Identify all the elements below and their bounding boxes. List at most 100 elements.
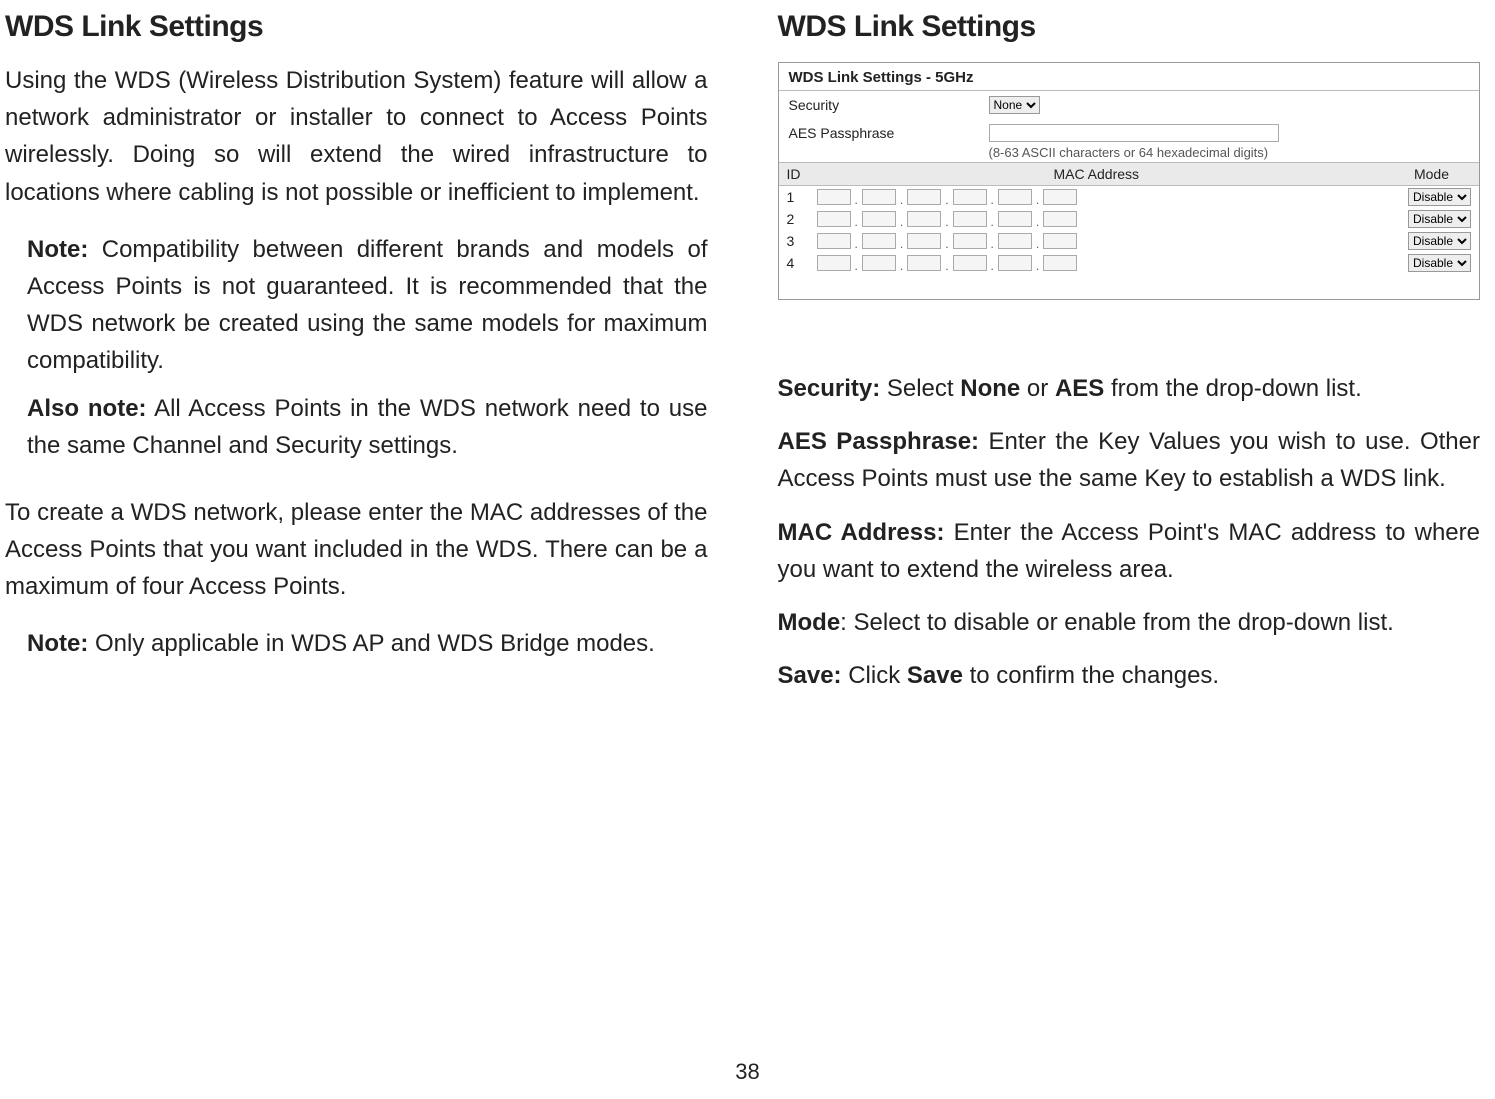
mac-separator: . (900, 193, 903, 207)
mac-separator: . (1036, 215, 1039, 229)
mac-octet-input[interactable] (1043, 189, 1077, 205)
mac-octet-input[interactable] (953, 233, 987, 249)
row-mode: Disable (1384, 230, 1479, 252)
mode-select[interactable]: Disable (1408, 254, 1471, 272)
mac-separator: . (945, 215, 948, 229)
passphrase-hint: (8-63 ASCII characters or 64 hexadecimal… (779, 145, 1480, 160)
mac-separator: . (855, 215, 858, 229)
mac-input-group: . . . . . (817, 211, 1377, 227)
mac-octet-input[interactable] (998, 189, 1032, 205)
def-save: Save: Click Save to confirm the changes. (778, 657, 1481, 694)
def-mode-label: Mode (778, 609, 841, 636)
row-id: 3 (779, 230, 809, 252)
row-id: 2 (779, 208, 809, 230)
mac-octet-input[interactable] (862, 189, 896, 205)
mac-octet-input[interactable] (998, 211, 1032, 227)
mac-octet-input[interactable] (862, 255, 896, 271)
def-mode: Mode: Select to disable or enable from t… (778, 604, 1481, 641)
mac-octet-input[interactable] (862, 211, 896, 227)
right-heading: WDS Link Settings (778, 10, 1481, 44)
passphrase-label: AES Passphrase (789, 125, 989, 141)
mode-select[interactable]: Disable (1408, 210, 1471, 228)
mac-octet-input[interactable] (907, 255, 941, 271)
row-mac: . . . . . (809, 186, 1385, 209)
mac-octet-input[interactable] (1043, 255, 1077, 271)
left-heading: WDS Link Settings (5, 10, 708, 44)
mac-separator: . (900, 237, 903, 251)
mac-separator: . (1036, 259, 1039, 273)
right-column: WDS Link Settings WDS Link Settings - 5G… (778, 10, 1481, 1079)
passphrase-row: AES Passphrase (779, 119, 1480, 147)
para2: To create a WDS network, please enter th… (5, 494, 708, 606)
note2-label: Also note: (27, 395, 147, 422)
mac-octet-input[interactable] (817, 255, 851, 271)
mac-separator: . (900, 259, 903, 273)
security-row: Security None (779, 91, 1480, 119)
table-row: 3 . . . . . Disable (779, 230, 1480, 252)
row-mode: Disable (1384, 186, 1479, 209)
mac-octet-input[interactable] (953, 211, 987, 227)
intro-paragraph: Using the WDS (Wireless Distribution Sys… (5, 62, 708, 211)
wds-settings-panel: WDS Link Settings - 5GHz Security None A… (778, 62, 1481, 300)
security-select[interactable]: None (989, 96, 1040, 114)
page-number: 38 (735, 1059, 759, 1085)
def-mac-label: MAC Address: (778, 519, 945, 546)
mac-octet-input[interactable] (998, 255, 1032, 271)
mac-octet-input[interactable] (817, 211, 851, 227)
mac-octet-input[interactable] (953, 189, 987, 205)
def-security-none: None (960, 375, 1020, 402)
mac-octet-input[interactable] (817, 233, 851, 249)
panel-title: WDS Link Settings - 5GHz (779, 63, 1480, 91)
mac-octet-input[interactable] (998, 233, 1032, 249)
row-mac: . . . . . (809, 252, 1385, 274)
def-security-or: or (1020, 375, 1055, 402)
mac-octet-input[interactable] (907, 189, 941, 205)
mac-octet-input[interactable] (907, 211, 941, 227)
def-save-bold: Save (907, 662, 963, 689)
def-save-label: Save: (778, 662, 842, 689)
row-mode: Disable (1384, 252, 1479, 274)
mac-separator: . (991, 193, 994, 207)
note-block-1: Note: Compatibility between different br… (5, 231, 708, 474)
row-mode: Disable (1384, 208, 1479, 230)
row-id: 4 (779, 252, 809, 274)
def-aes-label: AES Passphrase: (778, 428, 980, 455)
mode-select[interactable]: Disable (1408, 188, 1471, 206)
mac-octet-input[interactable] (1043, 233, 1077, 249)
def-security-label: Security: (778, 375, 881, 402)
mac-separator: . (1036, 193, 1039, 207)
mac-separator: . (991, 215, 994, 229)
mac-separator: . (855, 237, 858, 251)
mac-separator: . (1036, 237, 1039, 251)
def-aes: AES Passphrase: Enter the Key Values you… (778, 423, 1481, 497)
mac-separator: . (855, 259, 858, 273)
note3-text: Only applicable in WDS AP and WDS Bridge… (88, 630, 654, 657)
mac-separator: . (900, 215, 903, 229)
row-mac: . . . . . (809, 230, 1385, 252)
mac-table: ID MAC Address Mode 1 . . . . (779, 162, 1480, 274)
note3: Note: Only applicable in WDS AP and WDS … (27, 625, 708, 662)
th-mode: Mode (1384, 163, 1479, 186)
note1: Note: Compatibility between different br… (27, 231, 708, 380)
mac-octet-input[interactable] (862, 233, 896, 249)
mac-input-group: . . . . . (817, 255, 1377, 271)
note-block-2: Note: Only applicable in WDS AP and WDS … (5, 625, 708, 672)
mac-octet-input[interactable] (953, 255, 987, 271)
def-security-aes: AES (1055, 375, 1104, 402)
mac-octet-input[interactable] (907, 233, 941, 249)
passphrase-input[interactable] (989, 124, 1279, 142)
def-mode-text: : Select to disable or enable from the d… (840, 609, 1394, 636)
def-security-rest: from the drop-down list. (1104, 375, 1361, 402)
mac-separator: . (945, 259, 948, 273)
note2: Also note: All Access Points in the WDS … (27, 390, 708, 464)
mac-octet-input[interactable] (817, 189, 851, 205)
row-id: 1 (779, 186, 809, 209)
mac-separator: . (991, 259, 994, 273)
def-security-t1: Select (880, 375, 960, 402)
mac-octet-input[interactable] (1043, 211, 1077, 227)
mode-select[interactable]: Disable (1408, 232, 1471, 250)
table-row: 4 . . . . . Disable (779, 252, 1480, 274)
table-row: 1 . . . . . Disable (779, 186, 1480, 209)
mac-separator: . (855, 193, 858, 207)
mac-input-group: . . . . . (817, 233, 1377, 249)
